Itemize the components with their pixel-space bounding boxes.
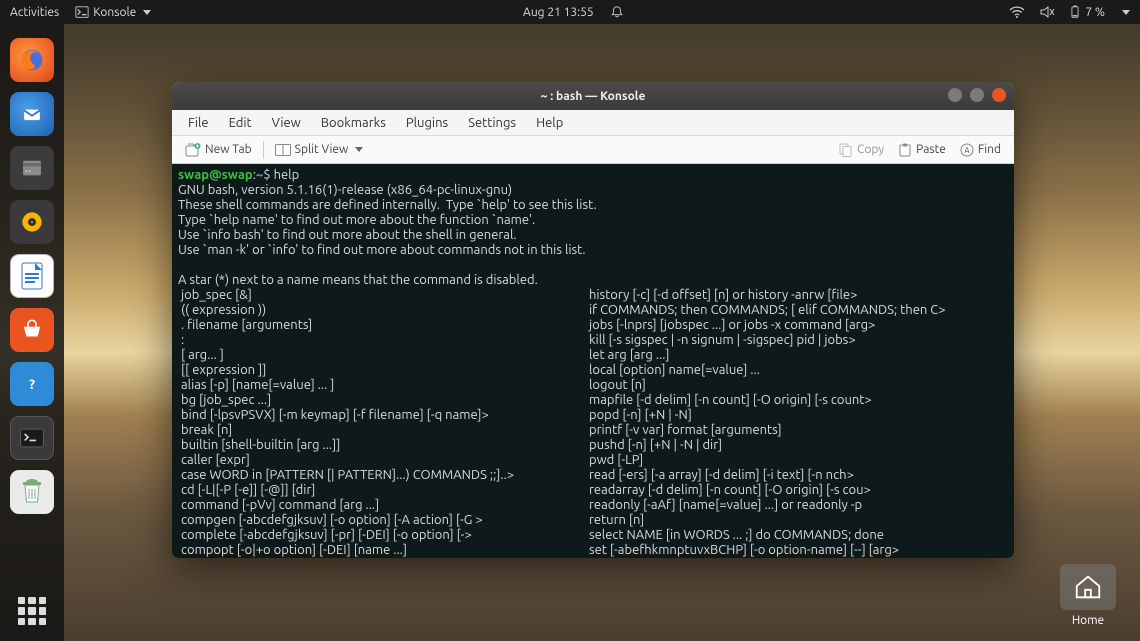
clock[interactable]: Aug 21 13:55 [523, 6, 594, 19]
copy-button[interactable]: Copy [832, 140, 891, 160]
menu-edit[interactable]: Edit [221, 113, 260, 133]
copy-icon [839, 143, 853, 157]
copy-label: Copy [857, 143, 884, 156]
new-tab-icon [185, 143, 201, 157]
konsole-icon [75, 5, 89, 19]
volume-muted-icon[interactable] [1039, 5, 1055, 19]
split-view-button[interactable]: Split View [268, 140, 371, 159]
dock-help[interactable]: ? [10, 362, 54, 406]
menu-plugins[interactable]: Plugins [398, 113, 456, 133]
maximize-button[interactable] [970, 88, 984, 102]
app-menu-label: Konsole [93, 6, 136, 19]
grid-icon [18, 597, 46, 625]
dock-trash[interactable] [10, 470, 54, 514]
help-columns: job_spec [&] (( expression )) . filename… [178, 288, 1008, 558]
prompt-host: swap [222, 168, 253, 182]
svg-text:?: ? [29, 376, 35, 392]
paste-label: Paste [916, 143, 946, 156]
paste-icon [898, 143, 912, 157]
menubar: File Edit View Bookmarks Plugins Setting… [172, 110, 1014, 136]
typed-command: help [274, 168, 300, 182]
split-view-label: Split View [295, 143, 349, 156]
battery-icon [1069, 5, 1081, 19]
menu-view[interactable]: View [264, 113, 309, 133]
dock-firefox[interactable] [10, 38, 54, 82]
paste-button[interactable]: Paste [891, 140, 953, 160]
notification-bell-icon[interactable] [610, 5, 624, 19]
activities-button[interactable]: Activities [10, 6, 59, 19]
svg-text:A: A [964, 146, 970, 155]
top-panel: Activities Konsole Aug 21 13:55 7 % [0, 0, 1140, 24]
dock: ? [0, 24, 64, 641]
desktop-home-label: Home [1052, 614, 1124, 627]
split-view-icon [275, 144, 291, 156]
minimize-button[interactable] [948, 88, 962, 102]
chevron-down-icon [1122, 10, 1130, 15]
menu-settings[interactable]: Settings [460, 113, 524, 133]
battery-pct: 7 % [1085, 6, 1105, 19]
new-tab-label: New Tab [205, 143, 252, 156]
help-col-left: job_spec [&] (( expression )) . filename… [178, 288, 586, 558]
window-title: ~ : bash — Konsole [541, 90, 646, 103]
window-titlebar[interactable]: ~ : bash — Konsole [172, 82, 1014, 110]
chevron-down-icon [143, 10, 151, 15]
dock-thunderbird[interactable] [10, 92, 54, 136]
terminal-area[interactable]: swap@swap:~$ help GNU bash, version 5.1.… [172, 164, 1014, 558]
battery-indicator[interactable]: 7 % [1069, 5, 1105, 19]
help-col-right: history [-c] [-d offset] [n] or history … [586, 288, 946, 558]
prompt-user: swap [178, 168, 209, 182]
menu-bookmarks[interactable]: Bookmarks [313, 113, 394, 133]
menu-help[interactable]: Help [528, 113, 571, 133]
system-menu-chevron[interactable] [1119, 5, 1130, 19]
dock-ubuntu-software[interactable] [10, 308, 54, 352]
dock-files[interactable] [10, 146, 54, 190]
chevron-down-icon [355, 147, 363, 152]
home-folder-icon [1060, 564, 1116, 610]
help-header: GNU bash, version 5.1.16(1)-release (x86… [178, 183, 597, 287]
toolbar-separator [263, 141, 264, 159]
toolbar: New Tab Split View Copy Paste A Find [172, 136, 1014, 164]
find-icon: A [960, 143, 974, 157]
konsole-window: ~ : bash — Konsole File Edit View Bookma… [172, 82, 1014, 558]
new-tab-button[interactable]: New Tab [178, 140, 259, 160]
close-button[interactable] [992, 88, 1006, 102]
wifi-icon[interactable] [1009, 5, 1025, 19]
dock-terminal[interactable] [10, 416, 54, 460]
show-applications-button[interactable] [0, 597, 64, 625]
find-button[interactable]: A Find [953, 140, 1008, 160]
desktop-home-folder[interactable]: Home [1052, 564, 1124, 627]
find-label: Find [978, 143, 1001, 156]
app-menu[interactable]: Konsole [75, 5, 151, 19]
dock-rhythmbox[interactable] [10, 200, 54, 244]
dock-libreoffice-writer[interactable] [10, 254, 54, 298]
menu-file[interactable]: File [180, 113, 217, 133]
